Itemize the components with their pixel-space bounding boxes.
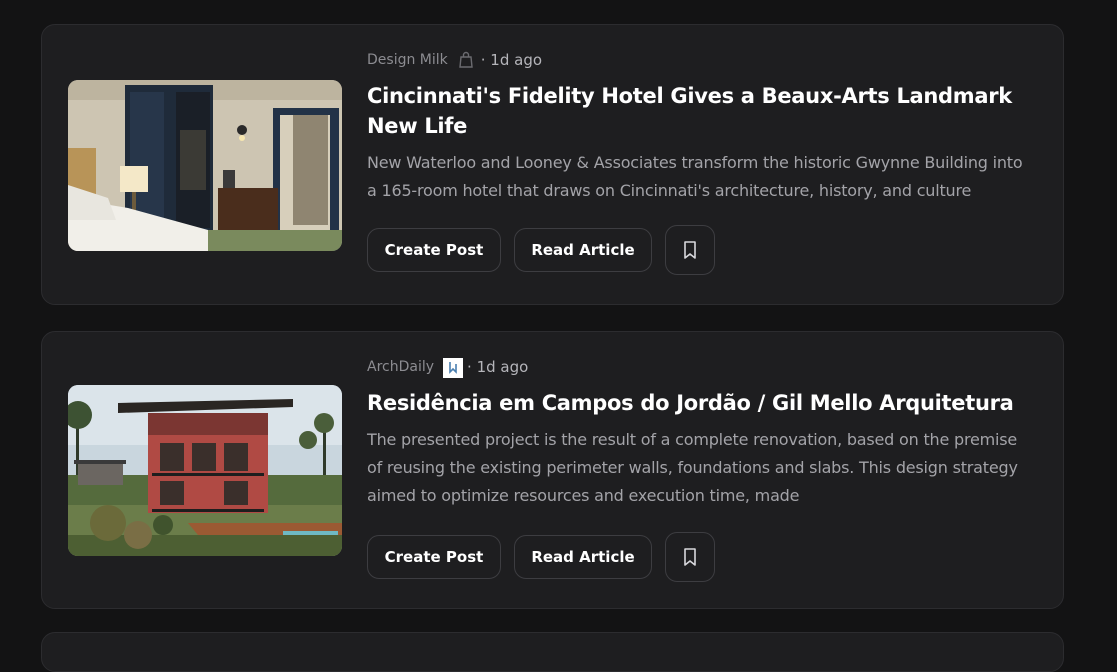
bookmark-button[interactable] (665, 532, 715, 582)
archdaily-logo-icon (443, 358, 464, 378)
bookmark-icon (684, 241, 696, 259)
shopping-bag-icon (457, 51, 475, 69)
article-meta: ArchDaily · 1d ago (367, 356, 1027, 378)
article-thumbnail[interactable] (68, 80, 342, 251)
published-age: · 1d ago (467, 358, 529, 376)
article-meta: Design Milk · 1d ago (367, 49, 1027, 71)
article-title[interactable]: Cincinnati's Fidelity Hotel Gives a Beau… (367, 81, 1027, 141)
article-actions: Create Post Read Article (367, 532, 1027, 582)
article-actions: Create Post Read Article (367, 225, 1027, 275)
source-name[interactable]: Design Milk (367, 52, 448, 68)
article-card: Design Milk · 1d ago Cincinnati's Fideli… (41, 24, 1064, 305)
source-name[interactable]: ArchDaily (367, 359, 434, 375)
article-title[interactable]: Residência em Campos do Jordão / Gil Mel… (367, 388, 1027, 418)
article-summary: New Waterloo and Looney & Associates tra… (367, 153, 1023, 200)
read-article-button[interactable]: Read Article (514, 535, 652, 579)
published-age: · 1d ago (480, 51, 543, 69)
article-content: ArchDaily · 1d ago Residência em Campos … (367, 356, 1027, 582)
bookmark-button[interactable] (665, 225, 715, 275)
article-content: Design Milk · 1d ago Cincinnati's Fideli… (367, 49, 1027, 275)
bookmark-icon (684, 548, 696, 566)
create-post-button[interactable]: Create Post (367, 228, 501, 272)
read-article-button[interactable]: Read Article (514, 228, 652, 272)
article-card (41, 632, 1064, 672)
article-card: ArchDaily · 1d ago Residência em Campos … (41, 331, 1064, 609)
article-thumbnail[interactable] (68, 385, 342, 556)
article-summary: The presented project is the result of a… (367, 430, 1018, 505)
create-post-button[interactable]: Create Post (367, 535, 501, 579)
